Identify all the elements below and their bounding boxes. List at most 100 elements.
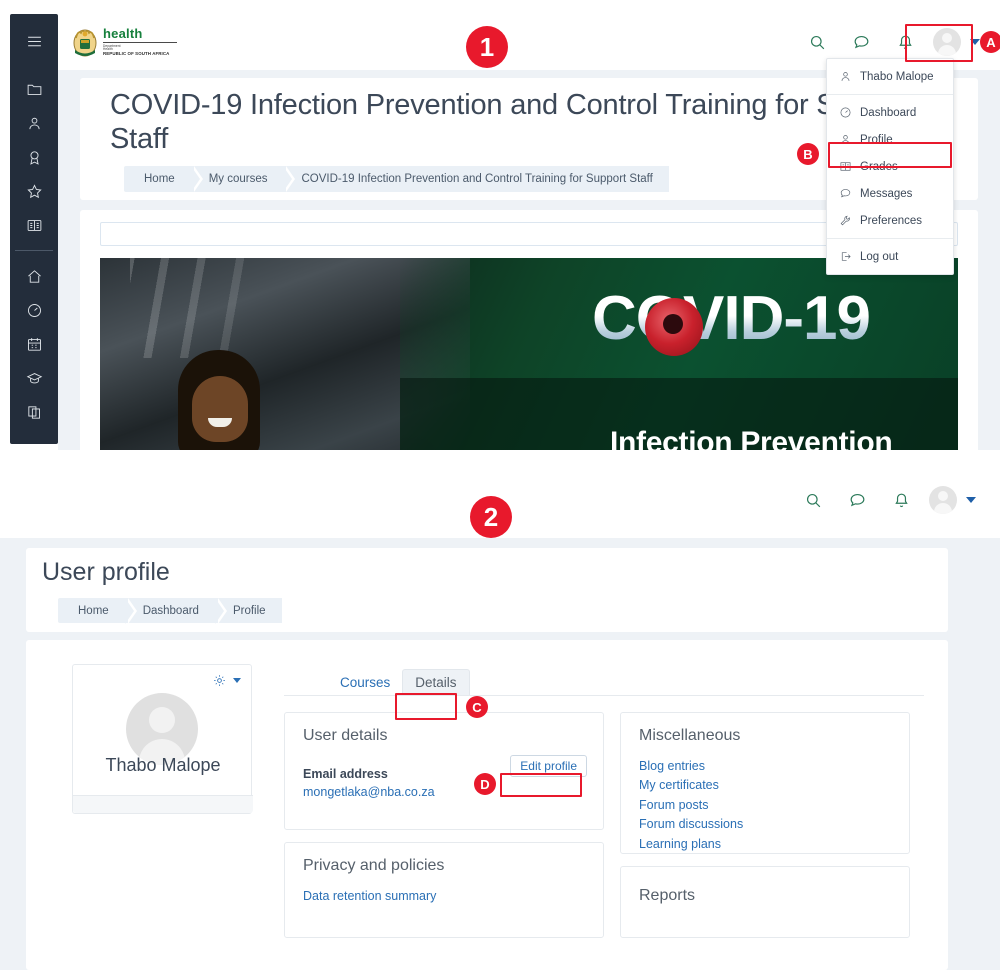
link-forum-discussions[interactable]: Forum discussions [639, 815, 891, 834]
highlight-box-edit-profile [500, 773, 582, 797]
message-bubble-icon [840, 189, 851, 198]
chevron-down-icon [233, 678, 241, 683]
highlight-box-avatar [905, 24, 973, 62]
marker-a: A [980, 31, 1000, 53]
hamburger-menu-icon[interactable] [10, 24, 58, 58]
page-title: User profile [42, 558, 170, 586]
profile-tabs: Courses Details [284, 664, 924, 696]
logo-rule [103, 42, 177, 43]
miscellaneous-box: Miscellaneous Blog entries My certificat… [620, 712, 910, 854]
banner-subheadline: Infection Prevention [610, 426, 893, 450]
highlight-box-profile-menu-item [828, 142, 952, 168]
health-logo[interactable]: health Department Health REPUBLIC OF SOU… [72, 26, 177, 58]
star-icon[interactable] [10, 174, 58, 208]
profile-columns: User details Edit profile Email address … [284, 712, 924, 950]
menu-item-label: Preferences [860, 214, 923, 227]
folder-icon[interactable] [10, 72, 58, 106]
menu-item-label: Dashboard [860, 106, 917, 119]
marker-d: D [474, 773, 496, 795]
profile-left-column: User details Edit profile Email address … [284, 712, 604, 950]
notification-bell-icon[interactable] [879, 480, 923, 520]
breadcrumb-item-my-courses[interactable]: My courses [190, 166, 296, 192]
user-details-heading: User details [303, 727, 388, 744]
panel-course-page: health Department Health REPUBLIC OF SOU… [0, 0, 1000, 450]
left-sidebar [10, 14, 58, 444]
profile-summary-card: Thabo Malope [72, 664, 253, 814]
miscellaneous-heading: Miscellaneous [639, 727, 741, 744]
link-learning-plans[interactable]: Learning plans [639, 835, 891, 854]
user-avatar-icon [929, 486, 957, 514]
reports-heading: Reports [639, 887, 696, 904]
breadcrumb: Home My courses COVID-19 Infection Preve… [124, 166, 669, 192]
privacy-policies-box: Privacy and policies Data retention summ… [284, 842, 604, 938]
sidebar-divider [15, 250, 53, 251]
message-bubble-icon[interactable] [839, 22, 883, 62]
gear-icon [214, 675, 225, 686]
message-bubble-icon[interactable] [835, 480, 879, 520]
coronavirus-body [645, 298, 703, 356]
topbar-icon-group [791, 480, 984, 520]
dashboard-gauge-icon [840, 107, 851, 118]
logo-title: health [103, 26, 143, 41]
menu-divider [827, 94, 953, 95]
link-data-retention-summary[interactable]: Data retention summary [303, 887, 585, 906]
menu-item-label: Thabo Malope [860, 70, 934, 83]
award-badge-icon[interactable] [10, 140, 58, 174]
user-menu-toggle[interactable] [923, 482, 984, 518]
profile-card-footer [73, 795, 253, 813]
breadcrumb-item-home[interactable]: Home [124, 166, 203, 192]
tab-courses[interactable]: Courses [328, 670, 402, 695]
user-profile-icon [841, 72, 850, 81]
breadcrumb: Home Dashboard Profile [58, 598, 282, 624]
marker-c: C [466, 696, 488, 718]
calendar-icon[interactable] [10, 327, 58, 361]
marker-2: 2 [470, 496, 512, 538]
menu-item-label: Messages [860, 187, 913, 200]
search-icon[interactable] [791, 480, 835, 520]
profile-detail-panel: Courses Details User details Edit profil… [284, 664, 924, 964]
sa-coat-of-arms-icon [73, 29, 97, 57]
profile-right-column: Miscellaneous Blog entries My certificat… [620, 712, 910, 950]
breadcrumb-item-course: COVID-19 Infection Prevention and Contro… [283, 166, 669, 192]
search-icon[interactable] [795, 22, 839, 62]
profile-main-card: Thabo Malope Courses Details User detail… [26, 640, 948, 970]
marker-1: 1 [466, 26, 508, 68]
menu-item-dashboard[interactable]: Dashboard [827, 99, 953, 126]
menu-item-preferences[interactable]: Preferences [827, 207, 953, 234]
link-forum-posts[interactable]: Forum posts [639, 796, 891, 815]
user-details-box: User details Edit profile Email address … [284, 712, 604, 830]
link-blog-entries[interactable]: Blog entries [639, 757, 891, 776]
open-book-icon[interactable] [10, 208, 58, 242]
graduation-cap-icon[interactable] [10, 361, 58, 395]
menu-divider [827, 238, 953, 239]
panel-user-profile-page: User profile Home Dashboard Profile Thab… [0, 450, 1000, 970]
files-icon[interactable] [10, 395, 58, 429]
menu-item-messages[interactable]: Messages [827, 180, 953, 207]
highlight-box-details-tab [395, 693, 457, 720]
menu-item-label: Log out [860, 250, 899, 263]
course-banner-image: COVID-19 Infection Prevention [100, 258, 958, 450]
user-profile-icon[interactable] [10, 106, 58, 140]
breadcrumb-item-dashboard[interactable]: Dashboard [124, 598, 228, 624]
link-my-certificates[interactable]: My certificates [639, 776, 891, 795]
profile-header-card: User profile Home Dashboard Profile [26, 548, 948, 632]
tab-details[interactable]: Details [402, 669, 470, 695]
screenshot-root: health Department Health REPUBLIC OF SOU… [0, 0, 1000, 970]
banner-headline: COVID-19 [592, 284, 871, 353]
menu-item-thabo-malope[interactable]: Thabo Malope [827, 63, 953, 90]
profile-name: Thabo Malope [105, 755, 221, 775]
logout-icon [841, 252, 851, 261]
breadcrumb-item-home[interactable]: Home [58, 598, 137, 624]
dashboard-gauge-icon[interactable] [10, 293, 58, 327]
banner-person-face [192, 376, 248, 442]
home-icon[interactable] [10, 259, 58, 293]
marker-b: B [797, 143, 819, 165]
chevron-down-icon [966, 497, 976, 503]
profile-content-area: User profile Home Dashboard Profile Thab… [0, 538, 1000, 970]
reports-box: Reports [620, 866, 910, 938]
logo-country: REPUBLIC OF SOUTH AFRICA [103, 51, 170, 57]
menu-item-log-out[interactable]: Log out [827, 243, 953, 270]
privacy-heading: Privacy and policies [303, 857, 445, 874]
preferences-wrench-icon [840, 215, 850, 226]
profile-settings-menu[interactable] [212, 673, 241, 688]
